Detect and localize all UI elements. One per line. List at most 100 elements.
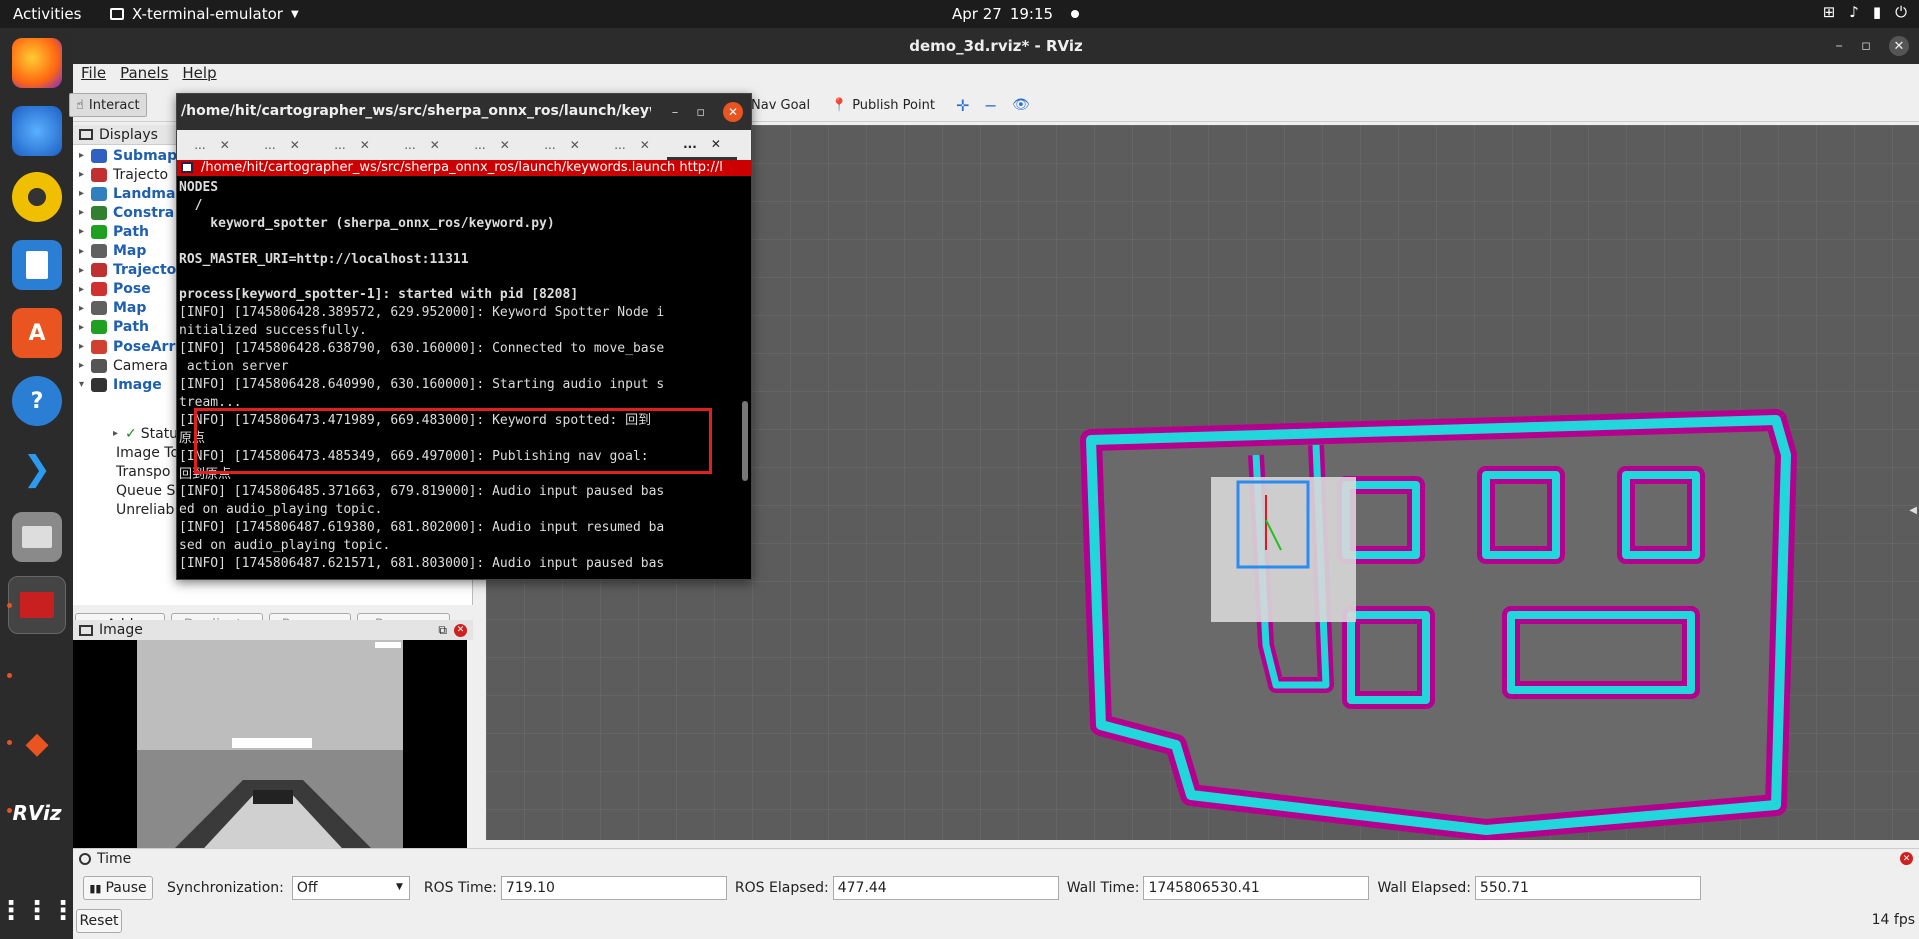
- eye-icon[interactable]: 👁: [1006, 93, 1036, 117]
- display-item[interactable]: ▸ Trajecto: [79, 261, 176, 280]
- collapsed-arrow-icon[interactable]: ▸: [79, 303, 91, 314]
- collapsed-arrow-icon[interactable]: ▸: [79, 188, 91, 199]
- reset-button[interactable]: Reset: [76, 909, 122, 933]
- display-type-icon: [91, 358, 107, 373]
- display-item[interactable]: ▸ Camera: [79, 356, 168, 375]
- maximize-icon[interactable]: ▫: [1861, 36, 1871, 56]
- terminal-scrollbar[interactable]: [742, 401, 748, 481]
- collapsed-arrow-icon[interactable]: ▸: [79, 360, 91, 371]
- pause-button[interactable]: ▮▮ Pause: [83, 876, 153, 900]
- terminal-tab[interactable]: ... ✕: [597, 130, 667, 160]
- maximize-icon[interactable]: ▫: [696, 105, 705, 120]
- collapsed-arrow-icon[interactable]: ▸: [79, 150, 91, 161]
- float-icon[interactable]: ⧉: [438, 623, 447, 638]
- collapsed-arrow-icon[interactable]: ▸: [79, 341, 91, 352]
- close-panel-icon[interactable]: ✕: [1900, 852, 1913, 865]
- firefox-icon[interactable]: [12, 38, 62, 88]
- menu-file[interactable]: File: [81, 64, 106, 86]
- apps-grid-icon[interactable]: ⋮⋮⋮: [0, 886, 76, 936]
- display-item[interactable]: ▸ Pose: [79, 280, 151, 299]
- close-icon[interactable]: ✕: [723, 102, 743, 122]
- close-tab-icon[interactable]: ✕: [360, 138, 370, 152]
- camera-image-view[interactable]: [73, 640, 467, 860]
- add-tool-icon[interactable]: ✛: [950, 93, 975, 117]
- ros-time-field[interactable]: 719.10: [500, 876, 727, 900]
- display-item[interactable]: ▸ Landma: [79, 184, 175, 203]
- vscode-icon[interactable]: ❯: [12, 444, 62, 494]
- terminal-tab[interactable]: ... ✕: [247, 130, 317, 160]
- rviz-icon[interactable]: RViz: [12, 788, 62, 838]
- collapsed-arrow-icon[interactable]: ▸: [79, 265, 91, 276]
- terminal-icon[interactable]: [8, 576, 66, 634]
- terminal-titlebar[interactable]: /home/hit/cartographer_ws/src/sherpa_onn…: [177, 94, 751, 130]
- collapsed-arrow-icon[interactable]: ▸: [79, 322, 91, 333]
- display-child-status[interactable]: ▸ ✓ Statu: [113, 424, 178, 443]
- collapsed-arrow-icon[interactable]: ▸: [79, 284, 91, 295]
- terminal-tab[interactable]: ... ✕: [667, 130, 737, 160]
- collapse-arrow-icon[interactable]: ◀: [1909, 505, 1917, 516]
- expanded-arrow-icon[interactable]: ▾: [79, 379, 91, 390]
- ros-elapsed-field[interactable]: 477.44: [832, 876, 1059, 900]
- image-panel-header: Image ⧉ ✕: [73, 620, 473, 640]
- layers-icon[interactable]: ◆: [12, 718, 62, 768]
- display-item[interactable]: ▸ Constra: [79, 203, 174, 222]
- system-tray[interactable]: ⊞ ♪ ▮ ⏻: [1823, 3, 1907, 21]
- display-item[interactable]: ▾ Image: [79, 375, 162, 394]
- terminal-output[interactable]: NODES / keyword_spotter (sherpa_onnx_ros…: [177, 176, 751, 579]
- close-tab-icon[interactable]: ✕: [711, 137, 721, 151]
- display-item[interactable]: ▸ Map: [79, 242, 146, 261]
- display-item[interactable]: ▸ Trajecto: [79, 165, 168, 184]
- wall-elapsed-field[interactable]: 550.71: [1474, 876, 1701, 900]
- terminal-tab[interactable]: ... ✕: [177, 130, 247, 160]
- collapsed-arrow-icon[interactable]: ▸: [79, 246, 91, 257]
- display-item[interactable]: ▸ Path: [79, 318, 149, 337]
- remove-tool-icon[interactable]: −: [978, 93, 1003, 117]
- close-tab-icon[interactable]: ✕: [570, 138, 580, 152]
- terminal-app-icon: [110, 8, 124, 20]
- close-tab-icon[interactable]: ✕: [640, 138, 650, 152]
- terminal-tab[interactable]: ... ✕: [457, 130, 527, 160]
- publish-point-tool[interactable]: 📍 Publish Point: [825, 93, 941, 117]
- display-item[interactable]: ▸ Submap: [79, 146, 177, 165]
- terminal-tab[interactable]: ... ✕: [387, 130, 457, 160]
- rviz-titlebar[interactable]: demo_3d.rviz* - RViz – ▫ ✕: [73, 28, 1919, 64]
- display-child-image-topic[interactable]: Image To: [116, 443, 179, 462]
- display-item[interactable]: ▸ Map: [79, 299, 146, 318]
- display-item[interactable]: ▸ PoseArr: [79, 337, 175, 356]
- display-child-queue-size[interactable]: Queue S: [116, 481, 175, 500]
- sync-select[interactable]: Off ▼: [291, 876, 410, 900]
- minimize-icon[interactable]: –: [1835, 36, 1843, 56]
- terminal-tab[interactable]: ... ✕: [317, 130, 387, 160]
- collapsed-arrow-icon[interactable]: ▸: [79, 207, 91, 218]
- terminal-tab[interactable]: ... ✕: [527, 130, 597, 160]
- display-child-unreliable[interactable]: Unreliab: [116, 500, 174, 519]
- terminal-window[interactable]: /home/hit/cartographer_ws/src/sherpa_onn…: [176, 93, 752, 580]
- writer-icon[interactable]: [12, 240, 62, 290]
- app-menu[interactable]: X-terminal-emulator ▼: [110, 5, 299, 23]
- thunderbird-icon[interactable]: [12, 106, 62, 156]
- menu-panels[interactable]: Panels: [120, 64, 168, 86]
- close-panel-icon[interactable]: ✕: [454, 623, 467, 637]
- clock[interactable]: Apr 27 19:15: [952, 5, 1080, 23]
- close-icon[interactable]: ✕: [1889, 36, 1909, 56]
- close-tab-icon[interactable]: ✕: [430, 138, 440, 152]
- close-tab-icon[interactable]: ✕: [500, 138, 510, 152]
- close-tab-icon[interactable]: ✕: [290, 138, 300, 152]
- collapsed-arrow-icon[interactable]: ▸: [79, 226, 91, 237]
- display-item[interactable]: ▸ Path: [79, 222, 149, 241]
- display-child-transport[interactable]: Transpo: [116, 462, 170, 481]
- terminal-line: keyword_spotter (sherpa_onnx_ros/keyword…: [179, 215, 555, 231]
- interact-tool[interactable]: ☝ Interact: [69, 93, 147, 117]
- close-tab-icon[interactable]: ✕: [220, 138, 230, 152]
- minimize-icon[interactable]: –: [672, 105, 679, 120]
- files-icon[interactable]: [12, 512, 62, 562]
- software-center-icon[interactable]: A: [12, 308, 62, 358]
- activities-button[interactable]: Activities: [13, 5, 81, 23]
- collapsed-arrow-icon[interactable]: ▸: [79, 169, 91, 180]
- chevron-down-icon: ▼: [395, 882, 403, 892]
- wall-time-field[interactable]: 1745806530.41: [1143, 876, 1370, 900]
- menu-help[interactable]: Help: [182, 64, 216, 86]
- nav-goal-tool[interactable]: Nav Goal: [745, 93, 816, 117]
- rhythmbox-icon[interactable]: [12, 172, 62, 222]
- help-icon[interactable]: ?: [12, 376, 62, 426]
